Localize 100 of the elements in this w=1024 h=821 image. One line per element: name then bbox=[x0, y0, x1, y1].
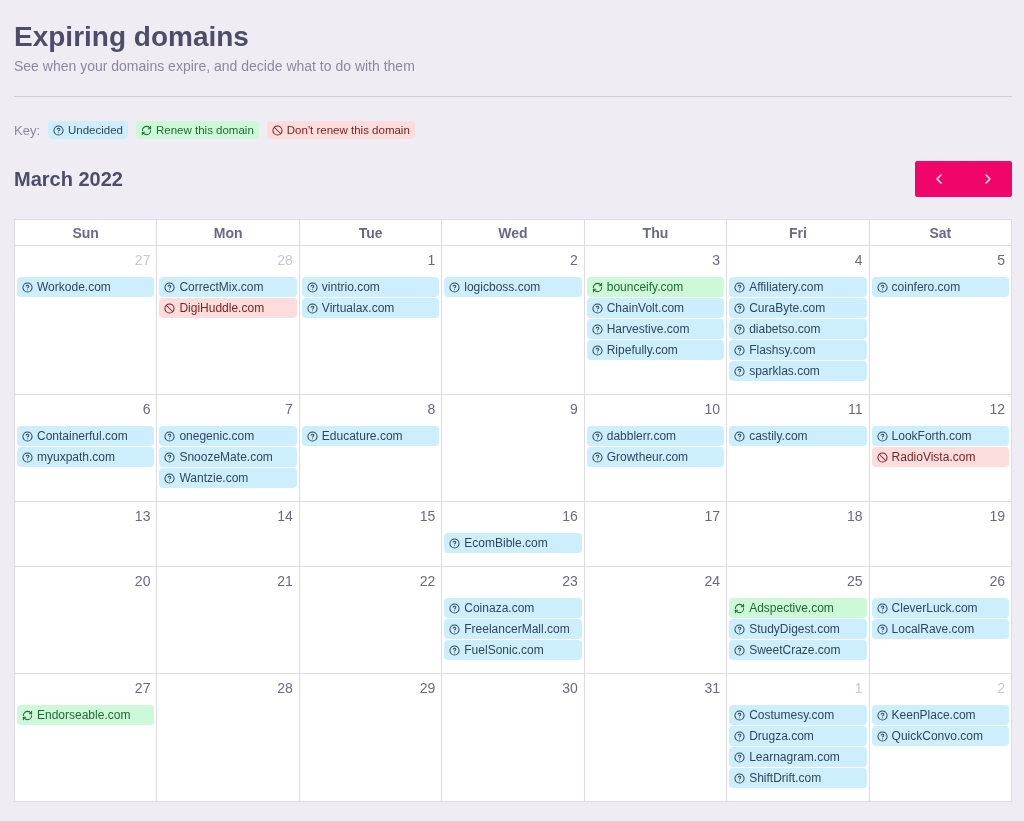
day-number: 3 bbox=[711, 251, 722, 270]
day-number: 4 bbox=[853, 251, 864, 270]
day-number: 10 bbox=[703, 400, 722, 419]
question-circle-icon bbox=[306, 281, 318, 293]
day-number: 2 bbox=[568, 251, 579, 270]
weekday-header: Wed bbox=[442, 220, 585, 246]
ban-icon bbox=[271, 124, 283, 136]
page-subtitle: See when your domains expire, and decide what to do with them bbox=[14, 58, 416, 74]
domain-entry[interactable]: onegenic.com bbox=[159, 426, 297, 446]
day-number: 27 bbox=[133, 679, 152, 698]
domain-entry[interactable]: Learnagram.com bbox=[729, 747, 867, 767]
domain-entry[interactable]: EcomBible.com bbox=[444, 533, 582, 553]
domain-entry[interactable]: FreelancerMall.com bbox=[444, 619, 582, 639]
day-number: 14 bbox=[276, 507, 294, 526]
question-circle-icon bbox=[22, 281, 33, 293]
question-circle-icon bbox=[591, 344, 603, 356]
weekday-header: Sat bbox=[869, 220, 1012, 246]
domain-entry[interactable]: Flashsy.com bbox=[729, 340, 867, 360]
domain-entry[interactable]: coinfero.com bbox=[871, 277, 1009, 297]
domain-entry[interactable]: Endorseable.com bbox=[17, 705, 155, 725]
question-circle-icon bbox=[734, 623, 746, 635]
question-circle-icon bbox=[449, 602, 461, 614]
month-title: March 2022 bbox=[14, 167, 123, 191]
day-number: 1 bbox=[853, 679, 864, 698]
domain-entry[interactable]: Drugza.com bbox=[729, 726, 867, 746]
question-circle-icon bbox=[449, 537, 461, 549]
question-circle-icon bbox=[306, 430, 318, 442]
day-number: 30 bbox=[561, 679, 579, 698]
day-number: 9 bbox=[568, 400, 579, 419]
day-number: 21 bbox=[276, 572, 294, 591]
domain-entry[interactable]: LookForth.com bbox=[871, 426, 1009, 446]
domain-entry[interactable]: CleverLuck.com bbox=[871, 598, 1009, 618]
weekday-header: Thu bbox=[584, 220, 728, 246]
weekday-header: Mon bbox=[157, 220, 300, 246]
day-number: 18 bbox=[846, 507, 864, 526]
ban-icon bbox=[164, 302, 176, 314]
domain-entry[interactable]: RadioVista.com bbox=[871, 447, 1009, 467]
domain-entry[interactable]: Wantzie.com bbox=[159, 468, 297, 488]
domain-entry[interactable]: ShiftDrift.com bbox=[729, 768, 867, 788]
day-number: 19 bbox=[988, 507, 1006, 526]
domain-entry[interactable]: KeenPlace.com bbox=[871, 705, 1009, 725]
domain-entry[interactable]: Workode.com bbox=[17, 277, 155, 297]
domain-entry[interactable]: dabblerr.com bbox=[586, 426, 725, 446]
day-number: 11 bbox=[847, 400, 864, 419]
refresh-icon bbox=[22, 709, 33, 721]
day-number: 2 bbox=[996, 679, 1006, 698]
question-circle-icon bbox=[876, 709, 888, 721]
key-label: Key: bbox=[14, 122, 40, 138]
day-number: 27 bbox=[133, 251, 152, 270]
question-circle-icon bbox=[876, 730, 888, 742]
refresh-icon bbox=[591, 281, 603, 293]
question-circle-icon bbox=[591, 302, 603, 314]
question-circle-icon bbox=[734, 344, 746, 356]
weekday-header: Fri bbox=[727, 220, 870, 246]
question-circle-icon bbox=[22, 430, 33, 442]
domain-entry[interactable]: Affiliatery.com bbox=[729, 277, 867, 297]
domain-entry[interactable]: bounceify.com bbox=[586, 277, 725, 297]
question-circle-icon bbox=[734, 365, 746, 377]
domain-entry[interactable]: logicboss.com bbox=[444, 277, 582, 297]
domain-entry[interactable]: diabetso.com bbox=[729, 319, 867, 339]
weekday-header: Sun bbox=[15, 220, 158, 246]
day-number: 29 bbox=[418, 679, 437, 698]
day-number: 8 bbox=[426, 400, 437, 419]
domain-entry[interactable]: CorrectMix.com bbox=[159, 277, 297, 297]
domain-entry[interactable]: QuickConvo.com bbox=[871, 726, 1009, 746]
domain-entry[interactable]: Coinaza.com bbox=[444, 598, 582, 618]
question-circle-icon bbox=[734, 323, 746, 335]
domain-entry[interactable]: LocalRave.com bbox=[871, 619, 1009, 639]
domain-entry[interactable]: sparklas.com bbox=[729, 361, 867, 381]
domain-entry[interactable]: Harvestive.com bbox=[586, 319, 725, 339]
domain-entry[interactable]: SweetCraze.com bbox=[729, 640, 867, 660]
refresh-icon bbox=[141, 124, 152, 136]
domain-entry[interactable]: Adspective.com bbox=[729, 598, 867, 618]
day-number: 12 bbox=[988, 400, 1006, 419]
day-number: 5 bbox=[996, 251, 1006, 270]
question-circle-icon bbox=[734, 751, 746, 763]
domain-entry[interactable]: StudyDigest.com bbox=[729, 619, 867, 639]
domain-entry[interactable]: myuxpath.com bbox=[17, 447, 155, 467]
domain-entry[interactable]: Educature.com bbox=[301, 426, 440, 446]
legend-chip: Renew this domain bbox=[136, 121, 259, 139]
domain-entry[interactable]: CuraByte.com bbox=[729, 298, 867, 318]
question-circle-icon bbox=[164, 451, 176, 463]
domain-entry[interactable]: Virtualax.com bbox=[301, 298, 440, 318]
day-number: 1 bbox=[426, 251, 437, 270]
domain-entry[interactable]: SnoozeMate.com bbox=[159, 447, 297, 467]
refresh-icon bbox=[734, 602, 746, 614]
day-number: 15 bbox=[418, 507, 437, 526]
question-circle-icon bbox=[734, 430, 746, 442]
domain-entry[interactable]: DigiHuddle.com bbox=[159, 298, 297, 318]
domain-entry[interactable]: ChainVolt.com bbox=[586, 298, 725, 318]
domain-entry[interactable]: vintrio.com bbox=[301, 277, 440, 297]
day-number: 20 bbox=[133, 572, 152, 591]
domain-entry[interactable]: Costumesy.com bbox=[729, 705, 867, 725]
domain-entry[interactable]: Containerful.com bbox=[17, 426, 155, 446]
domain-entry[interactable]: FuelSonic.com bbox=[444, 640, 582, 660]
domain-entry[interactable]: Ripefully.com bbox=[586, 340, 725, 360]
day-number: 28 bbox=[276, 679, 294, 698]
day-number: 26 bbox=[988, 572, 1006, 591]
domain-entry[interactable]: Growtheur.com bbox=[586, 447, 725, 467]
domain-entry[interactable]: castily.com bbox=[729, 426, 867, 446]
